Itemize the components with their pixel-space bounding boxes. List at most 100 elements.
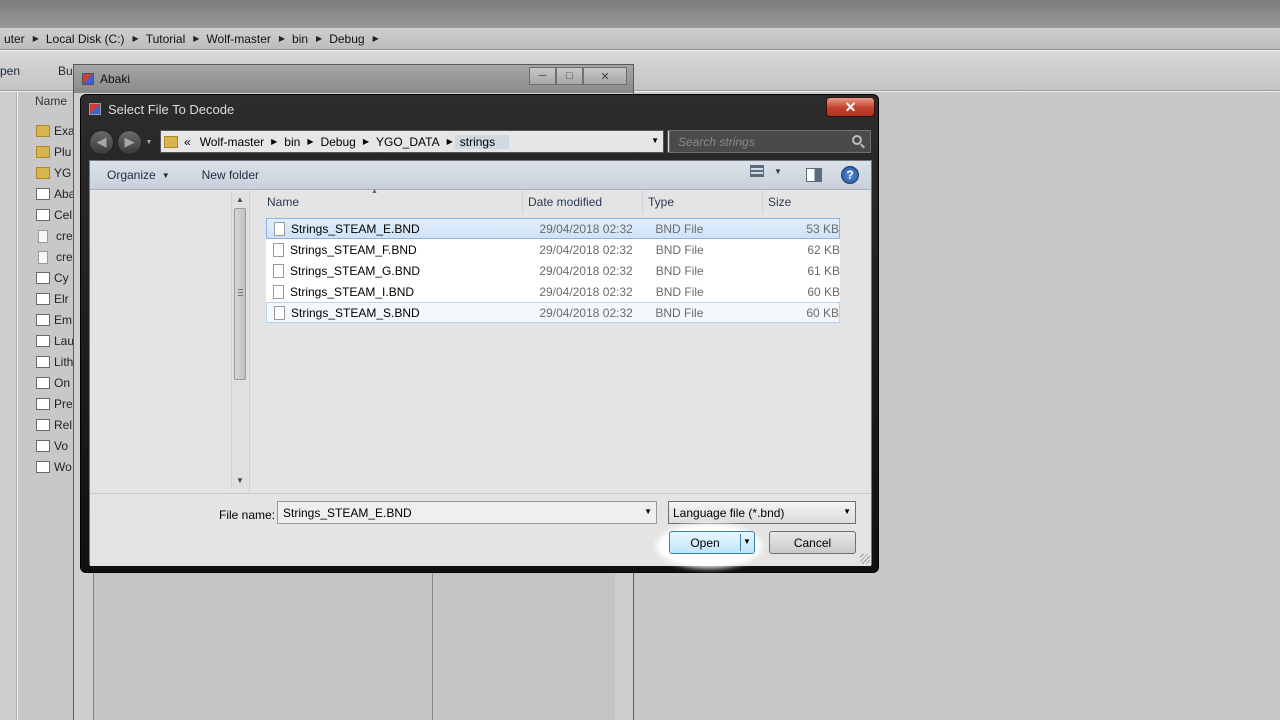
search-input[interactable]	[669, 130, 871, 153]
explorer-item-label: Wo	[54, 460, 72, 474]
explorer-item-label: cre	[56, 229, 73, 243]
organize-label: Organize	[107, 168, 156, 182]
back-arrow-icon[interactable]: ◀	[89, 129, 114, 155]
explorer-open-button[interactable]: pen	[0, 64, 28, 78]
explorer-item-label: Elr	[54, 292, 69, 306]
explorer-address-bar[interactable]: uter ▶ Local Disk (C:) ▶ Tutorial ▶ Wolf-maste…	[0, 28, 1280, 50]
file-row[interactable]: Strings_STEAM_S.BND 29/04/2018 02:32 BND F…	[266, 302, 840, 323]
path-separator-icon[interactable]: ▶	[445, 137, 455, 146]
path-crumb-ygo-data[interactable]: YGO_DATA	[371, 135, 445, 149]
file-list: Name ▲ Date modified Type Size Strings_S…	[249, 188, 871, 493]
explorer-crumb-separator-icon[interactable]: ▶	[312, 34, 325, 43]
filename-combobox[interactable]: ▼	[277, 501, 657, 524]
open-button[interactable]: Open ▼	[669, 531, 755, 554]
sort-ascending-icon: ▲	[371, 188, 378, 195]
explorer-crumb[interactable]: Tutorial	[142, 32, 190, 46]
file-name: Strings_STEAM_E.BND	[291, 221, 420, 236]
path-separator-icon[interactable]: ▶	[305, 137, 315, 146]
path-separator-icon[interactable]: ▶	[361, 137, 371, 146]
abaki-window-controls: ─ □ ✕	[529, 67, 627, 85]
explorer-crumb[interactable]: bin	[288, 32, 312, 46]
file-row[interactable]: Strings_STEAM_E.BND 29/04/2018 02:32 BND F…	[266, 218, 840, 239]
organize-button[interactable]: Organize ▼	[107, 168, 170, 182]
file-date: 29/04/2018 02:32	[539, 221, 633, 236]
path-separator-icon[interactable]: ▶	[269, 137, 279, 146]
explorer-item-label: On	[54, 376, 71, 390]
address-bar[interactable]: « Wolf-master ▶ bin ▶ Debug ▶ YGO_DATA ▶…	[160, 130, 664, 153]
dialog-app-icon	[89, 103, 101, 115]
change-view-button[interactable]: ▼	[750, 165, 782, 177]
dialog-footer: File name: ▼ Language file (*.bnd) ▼ Ope…	[90, 493, 871, 566]
forward-arrow-icon[interactable]: ▶	[117, 129, 142, 155]
abaki-titlebar[interactable]: Abaki ─ □ ✕	[74, 65, 633, 93]
application-icon	[36, 314, 50, 326]
column-header-size[interactable]: Size	[763, 191, 843, 213]
chevron-down-icon[interactable]: ▼	[774, 167, 782, 176]
folder-icon	[164, 135, 178, 148]
path-crumb-bin[interactable]: bin	[279, 135, 305, 149]
explorer-crumb-separator-icon[interactable]: ▶	[275, 34, 288, 43]
explorer-crumb-separator-icon[interactable]: ▶	[129, 34, 142, 43]
dialog-navigation-bar: ◀ ▶ ▼ « Wolf-master ▶ bin ▶ Debug ▶ YGO_…	[89, 127, 871, 157]
scroll-up-icon[interactable]: ▲	[236, 195, 244, 204]
explorer-item-label: Vo	[54, 439, 69, 453]
scroll-down-icon[interactable]: ▼	[236, 476, 244, 485]
minimize-button[interactable]: ─	[529, 67, 556, 85]
recent-locations-dropdown-icon[interactable]: ▼	[144, 139, 154, 146]
path-crumb-wolf-master[interactable]: Wolf-master	[195, 135, 269, 149]
file-row[interactable]: Strings_STEAM_F.BND 29/04/2018 02:32 BND F…	[266, 239, 840, 260]
explorer-crumb-separator-icon[interactable]: ▶	[29, 34, 42, 43]
explorer-crumb-separator-icon[interactable]: ▶	[369, 34, 382, 43]
dialog-toolbar: Organize ▼ New folder ▼ ?	[90, 161, 871, 190]
file-name: Strings_STEAM_F.BND	[290, 242, 417, 257]
navigation-scrollbar[interactable]: ▲ ▼	[231, 193, 248, 489]
search-icon[interactable]	[852, 135, 862, 145]
file-list-headers: Name ▲ Date modified Type Size	[250, 188, 871, 213]
folder-icon	[36, 125, 50, 137]
document-icon	[273, 242, 284, 257]
file-row[interactable]: Strings_STEAM_I.BND 29/04/2018 02:32 BND F…	[266, 281, 840, 302]
preview-pane-icon[interactable]	[806, 168, 822, 182]
path-overflow[interactable]: «	[182, 135, 195, 149]
chevron-down-icon: ▼	[161, 170, 170, 180]
explorer-crumb[interactable]: Wolf-master	[202, 32, 274, 46]
filename-label: File name:	[219, 508, 276, 522]
path-crumb-debug[interactable]: Debug	[315, 135, 360, 149]
filename-input[interactable]	[278, 502, 638, 523]
explorer-crumb[interactable]: Debug	[325, 32, 368, 46]
explorer-crumb[interactable]: Local Disk (C:)	[42, 32, 129, 46]
explorer-item-label: Lau	[54, 334, 75, 348]
explorer-item-label: Lith	[54, 355, 74, 369]
maximize-button[interactable]: □	[556, 67, 583, 85]
explorer-item-label: Plu	[54, 145, 72, 159]
application-icon	[36, 272, 50, 284]
explorer-crumb-separator-icon[interactable]: ▶	[189, 34, 202, 43]
column-header-date[interactable]: Date modified	[523, 191, 643, 213]
file-size: 60 KB	[806, 305, 840, 320]
filetype-select[interactable]: Language file (*.bnd) ▼	[668, 501, 856, 524]
help-icon[interactable]: ?	[841, 166, 859, 184]
application-icon	[36, 419, 50, 431]
scroll-thumb[interactable]	[234, 208, 246, 380]
address-dropdown-icon[interactable]: ▼	[651, 136, 659, 145]
resize-grip-icon[interactable]	[860, 554, 870, 564]
column-header-type[interactable]: Type	[643, 191, 763, 213]
file-name: Strings_STEAM_S.BND	[291, 305, 420, 320]
dialog-titlebar[interactable]: Select File To Decode	[81, 95, 878, 123]
explorer-crumb[interactable]: uter	[0, 32, 29, 46]
application-icon	[36, 440, 50, 452]
abaki-close-button[interactable]: ✕	[583, 67, 627, 85]
scroll-grip-icon	[238, 289, 243, 297]
file-row[interactable]: Strings_STEAM_G.BND 29/04/2018 02:32 BND F…	[266, 260, 840, 281]
dialog-close-button[interactable]: ✕	[826, 97, 875, 117]
explorer-name-header[interactable]: Name	[35, 94, 67, 108]
explorer-item-label: Exa	[54, 124, 75, 138]
new-folder-button[interactable]: New folder	[202, 168, 259, 182]
chevron-down-icon[interactable]: ▼	[644, 507, 652, 516]
file-date: 29/04/2018 02:32	[539, 305, 633, 320]
path-crumb-strings[interactable]: strings	[454, 134, 510, 149]
column-header-name[interactable]: Name ▲	[250, 188, 523, 213]
cancel-button[interactable]: Cancel	[769, 531, 856, 554]
chevron-down-icon[interactable]: ▼	[743, 537, 751, 546]
file-type: BND File	[655, 263, 704, 278]
